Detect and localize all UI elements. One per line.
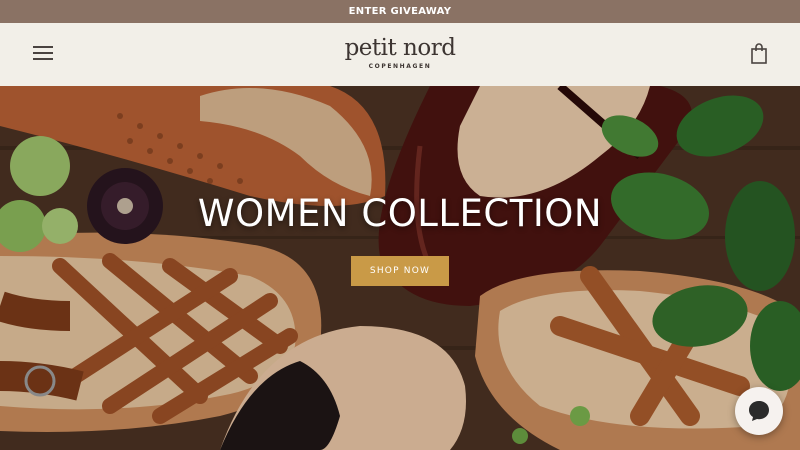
shopping-bag-icon[interactable] (750, 43, 768, 65)
logo-subtitle: COPENHAGEN (368, 63, 432, 70)
site-logo[interactable]: petit nord COPENHAGEN (340, 35, 460, 70)
announcement-bar[interactable]: ENTER GIVEAWAY (0, 0, 800, 23)
hamburger-menu-icon[interactable] (33, 46, 53, 62)
hero-banner: WOMEN COLLECTION SHOP NOW (0, 86, 800, 450)
logo-name: petit nord (344, 35, 456, 61)
site-header: petit nord COPENHAGEN (0, 23, 800, 86)
announcement-text[interactable]: ENTER GIVEAWAY (349, 6, 452, 17)
chat-button[interactable] (735, 387, 783, 435)
hero-title: WOMEN COLLECTION (197, 192, 603, 235)
chat-bubble-icon (749, 401, 769, 421)
shop-now-button[interactable]: SHOP NOW (351, 256, 449, 286)
